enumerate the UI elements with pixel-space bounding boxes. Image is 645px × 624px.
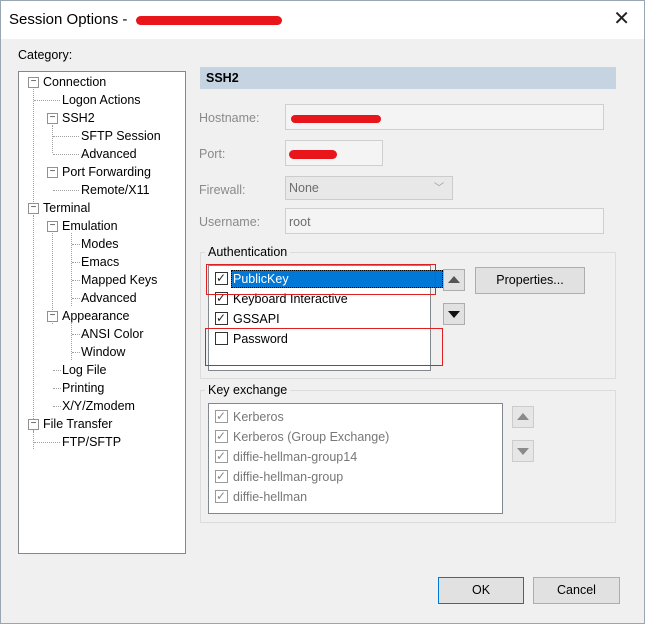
firewall-select[interactable]: None ﹀ bbox=[285, 176, 453, 200]
category-tree[interactable]: − Connection Logon Actions − SSH2 SFTP S… bbox=[18, 71, 186, 554]
username-field[interactable]: root bbox=[285, 208, 604, 234]
kex-move-down-button[interactable] bbox=[512, 440, 534, 462]
move-down-button[interactable] bbox=[443, 303, 465, 325]
window-title: Session Options - bbox=[9, 11, 282, 28]
checkbox[interactable] bbox=[215, 427, 228, 445]
chevron-down-icon: ﹀ bbox=[434, 183, 444, 194]
tree-line bbox=[71, 323, 72, 360]
properties-button[interactable]: Properties... bbox=[475, 267, 585, 294]
authentication-label: Authentication bbox=[205, 245, 291, 259]
redaction-mark bbox=[289, 150, 337, 160]
checkbox[interactable] bbox=[215, 467, 228, 485]
checkbox[interactable] bbox=[215, 407, 228, 425]
checkbox[interactable] bbox=[215, 487, 228, 505]
category-label: Category: bbox=[18, 48, 73, 62]
firewall-label: Firewall: bbox=[199, 183, 246, 197]
collapse-icon[interactable]: − bbox=[47, 113, 58, 124]
session-options-dialog: Session Options - ✕ Category: − Connecti… bbox=[0, 0, 645, 624]
username-label: Username: bbox=[199, 215, 261, 229]
arrow-down-icon bbox=[517, 448, 529, 455]
username-value: root bbox=[289, 215, 311, 229]
checkbox[interactable] bbox=[215, 309, 228, 327]
window-title-text: Session Options - bbox=[9, 11, 128, 28]
hostname-label: Hostname: bbox=[199, 111, 260, 125]
firewall-value: None bbox=[289, 181, 319, 195]
tree-line bbox=[33, 431, 34, 449]
kex-move-up-button[interactable] bbox=[512, 406, 534, 428]
collapse-icon[interactable]: − bbox=[28, 203, 39, 214]
tree-line bbox=[33, 89, 34, 206]
redaction-mark bbox=[291, 114, 381, 123]
ok-button[interactable]: OK bbox=[438, 577, 524, 604]
collapse-icon[interactable]: − bbox=[47, 311, 58, 322]
redaction-mark bbox=[135, 15, 282, 25]
arrow-up-icon bbox=[517, 413, 529, 420]
section-header: SSH2 bbox=[200, 67, 616, 89]
auth-item-gssapi[interactable]: GSSAPI bbox=[212, 309, 427, 329]
section-title: SSH2 bbox=[206, 71, 239, 85]
port-field[interactable] bbox=[285, 140, 383, 166]
key-exchange-label: Key exchange bbox=[205, 383, 291, 397]
hostname-field[interactable] bbox=[285, 104, 604, 130]
annotation-box bbox=[206, 264, 436, 295]
cancel-button[interactable]: Cancel bbox=[533, 577, 620, 604]
collapse-icon[interactable]: − bbox=[47, 167, 58, 178]
key-exchange-list[interactable]: Kerberos Kerberos (Group Exchange) diffi… bbox=[208, 403, 503, 514]
arrow-up-icon bbox=[448, 276, 460, 283]
annotation-box bbox=[205, 328, 443, 366]
checkbox[interactable] bbox=[215, 447, 228, 465]
tree-line bbox=[52, 125, 53, 153]
tree-line bbox=[33, 215, 34, 431]
title-bar: Session Options - ✕ bbox=[1, 1, 644, 39]
close-icon[interactable]: ✕ bbox=[613, 7, 630, 31]
collapse-icon[interactable]: − bbox=[28, 419, 39, 430]
arrow-down-icon bbox=[448, 311, 460, 318]
collapse-icon[interactable]: − bbox=[28, 77, 39, 88]
port-label: Port: bbox=[199, 147, 226, 161]
move-up-button[interactable] bbox=[443, 269, 465, 291]
collapse-icon[interactable]: − bbox=[47, 221, 58, 232]
